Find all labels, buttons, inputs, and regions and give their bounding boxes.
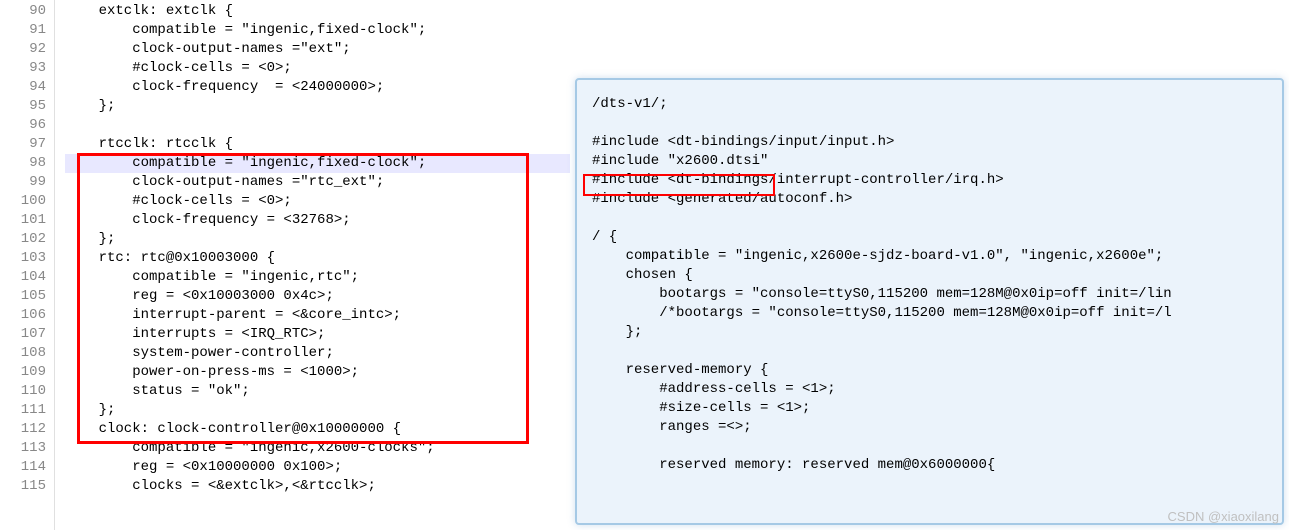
code-line[interactable]: clock-output-names ="ext"; (65, 40, 570, 59)
line-number: 105 (0, 287, 46, 306)
line-number: 92 (0, 40, 46, 59)
code-line[interactable]: compatible = "ingenic,rtc"; (65, 268, 570, 287)
left-pane[interactable]: 9091929394959697989910010110210310410510… (0, 0, 570, 530)
code-line[interactable]: }; (65, 230, 570, 249)
code-line[interactable] (65, 116, 570, 135)
code-line[interactable]: #include <generated/autoconf.h> (592, 190, 1282, 209)
line-number: 110 (0, 382, 46, 401)
line-number: 102 (0, 230, 46, 249)
line-number: 100 (0, 192, 46, 211)
code-line[interactable]: system-power-controller; (65, 344, 570, 363)
code-line[interactable]: /*bootargs = "console=ttyS0,115200 mem=1… (592, 304, 1282, 323)
code-line[interactable]: power-on-press-ms = <1000>; (65, 363, 570, 382)
line-number: 94 (0, 78, 46, 97)
code-line[interactable]: #size-cells = <1>; (592, 399, 1282, 418)
code-line[interactable]: #clock-cells = <0>; (65, 59, 570, 78)
code-line[interactable]: clock-frequency = <32768>; (65, 211, 570, 230)
code-line[interactable]: reserved memory: reserved mem@0x6000000{ (592, 456, 1282, 475)
line-number: 107 (0, 325, 46, 344)
line-number: 103 (0, 249, 46, 268)
code-line[interactable]: status = "ok"; (65, 382, 570, 401)
line-number: 96 (0, 116, 46, 135)
line-number: 113 (0, 439, 46, 458)
code-line[interactable]: /dts-v1/; (592, 95, 1282, 114)
left-code-area[interactable]: extclk: extclk { compatible = "ingenic,f… (55, 0, 570, 530)
line-number: 90 (0, 2, 46, 21)
line-number: 91 (0, 21, 46, 40)
code-line[interactable]: }; (65, 401, 570, 420)
line-number: 111 (0, 401, 46, 420)
line-gutter: 9091929394959697989910010110210310410510… (0, 0, 55, 530)
code-line[interactable]: reg = <0x10000000 0x100>; (65, 458, 570, 477)
code-line[interactable]: reserved-memory { (592, 361, 1282, 380)
code-line[interactable]: compatible = "ingenic,fixed-clock"; (65, 154, 570, 173)
code-line[interactable]: #include "x2600.dtsi" (592, 152, 1282, 171)
line-number: 97 (0, 135, 46, 154)
code-line[interactable] (592, 437, 1282, 456)
code-line[interactable]: interrupts = <IRQ_RTC>; (65, 325, 570, 344)
line-number: 99 (0, 173, 46, 192)
code-line[interactable]: #include <dt-bindings/input/input.h> (592, 133, 1282, 152)
line-number: 112 (0, 420, 46, 439)
line-number: 108 (0, 344, 46, 363)
code-line[interactable]: compatible = "ingenic,fixed-clock"; (65, 21, 570, 40)
line-number: 101 (0, 211, 46, 230)
code-line[interactable]: interrupt-parent = <&core_intc>; (65, 306, 570, 325)
code-line[interactable]: #clock-cells = <0>; (65, 192, 570, 211)
line-number: 114 (0, 458, 46, 477)
line-number: 109 (0, 363, 46, 382)
line-number: 104 (0, 268, 46, 287)
line-number: 115 (0, 477, 46, 496)
code-line[interactable]: compatible = "ingenic,x2600-clocks"; (65, 439, 570, 458)
code-line[interactable] (592, 209, 1282, 228)
code-line[interactable]: bootargs = "console=ttyS0,115200 mem=128… (592, 285, 1282, 304)
code-line[interactable]: clock-output-names ="rtc_ext"; (65, 173, 570, 192)
code-line[interactable]: compatible = "ingenic,x2600e-sjdz-board-… (592, 247, 1282, 266)
code-line[interactable]: extclk: extclk { (65, 2, 570, 21)
right-pane[interactable]: /dts-v1/; #include <dt-bindings/input/inp… (575, 78, 1284, 525)
code-line[interactable] (592, 342, 1282, 361)
code-line[interactable]: #include <dt-bindings/interrupt-controll… (592, 171, 1282, 190)
code-line[interactable]: clocks = <&extclk>,<&rtcclk>; (65, 477, 570, 496)
editor-container: 9091929394959697989910010110210310410510… (0, 0, 1289, 530)
code-line[interactable]: chosen { (592, 266, 1282, 285)
line-number: 95 (0, 97, 46, 116)
code-line[interactable]: #address-cells = <1>; (592, 380, 1282, 399)
code-line[interactable]: clock-frequency = <24000000>; (65, 78, 570, 97)
code-line[interactable]: rtc: rtc@0x10003000 { (65, 249, 570, 268)
code-line[interactable] (592, 114, 1282, 133)
code-line[interactable]: }; (592, 323, 1282, 342)
code-line[interactable]: rtcclk: rtcclk { (65, 135, 570, 154)
watermark: CSDN @xiaoxilang (1168, 509, 1279, 524)
line-number: 98 (0, 154, 46, 173)
code-line[interactable]: }; (65, 97, 570, 116)
line-number: 106 (0, 306, 46, 325)
code-line[interactable]: ranges =<>; (592, 418, 1282, 437)
code-line[interactable]: / { (592, 228, 1282, 247)
line-number: 93 (0, 59, 46, 78)
code-line[interactable]: reg = <0x10003000 0x4c>; (65, 287, 570, 306)
code-line[interactable]: clock: clock-controller@0x10000000 { (65, 420, 570, 439)
